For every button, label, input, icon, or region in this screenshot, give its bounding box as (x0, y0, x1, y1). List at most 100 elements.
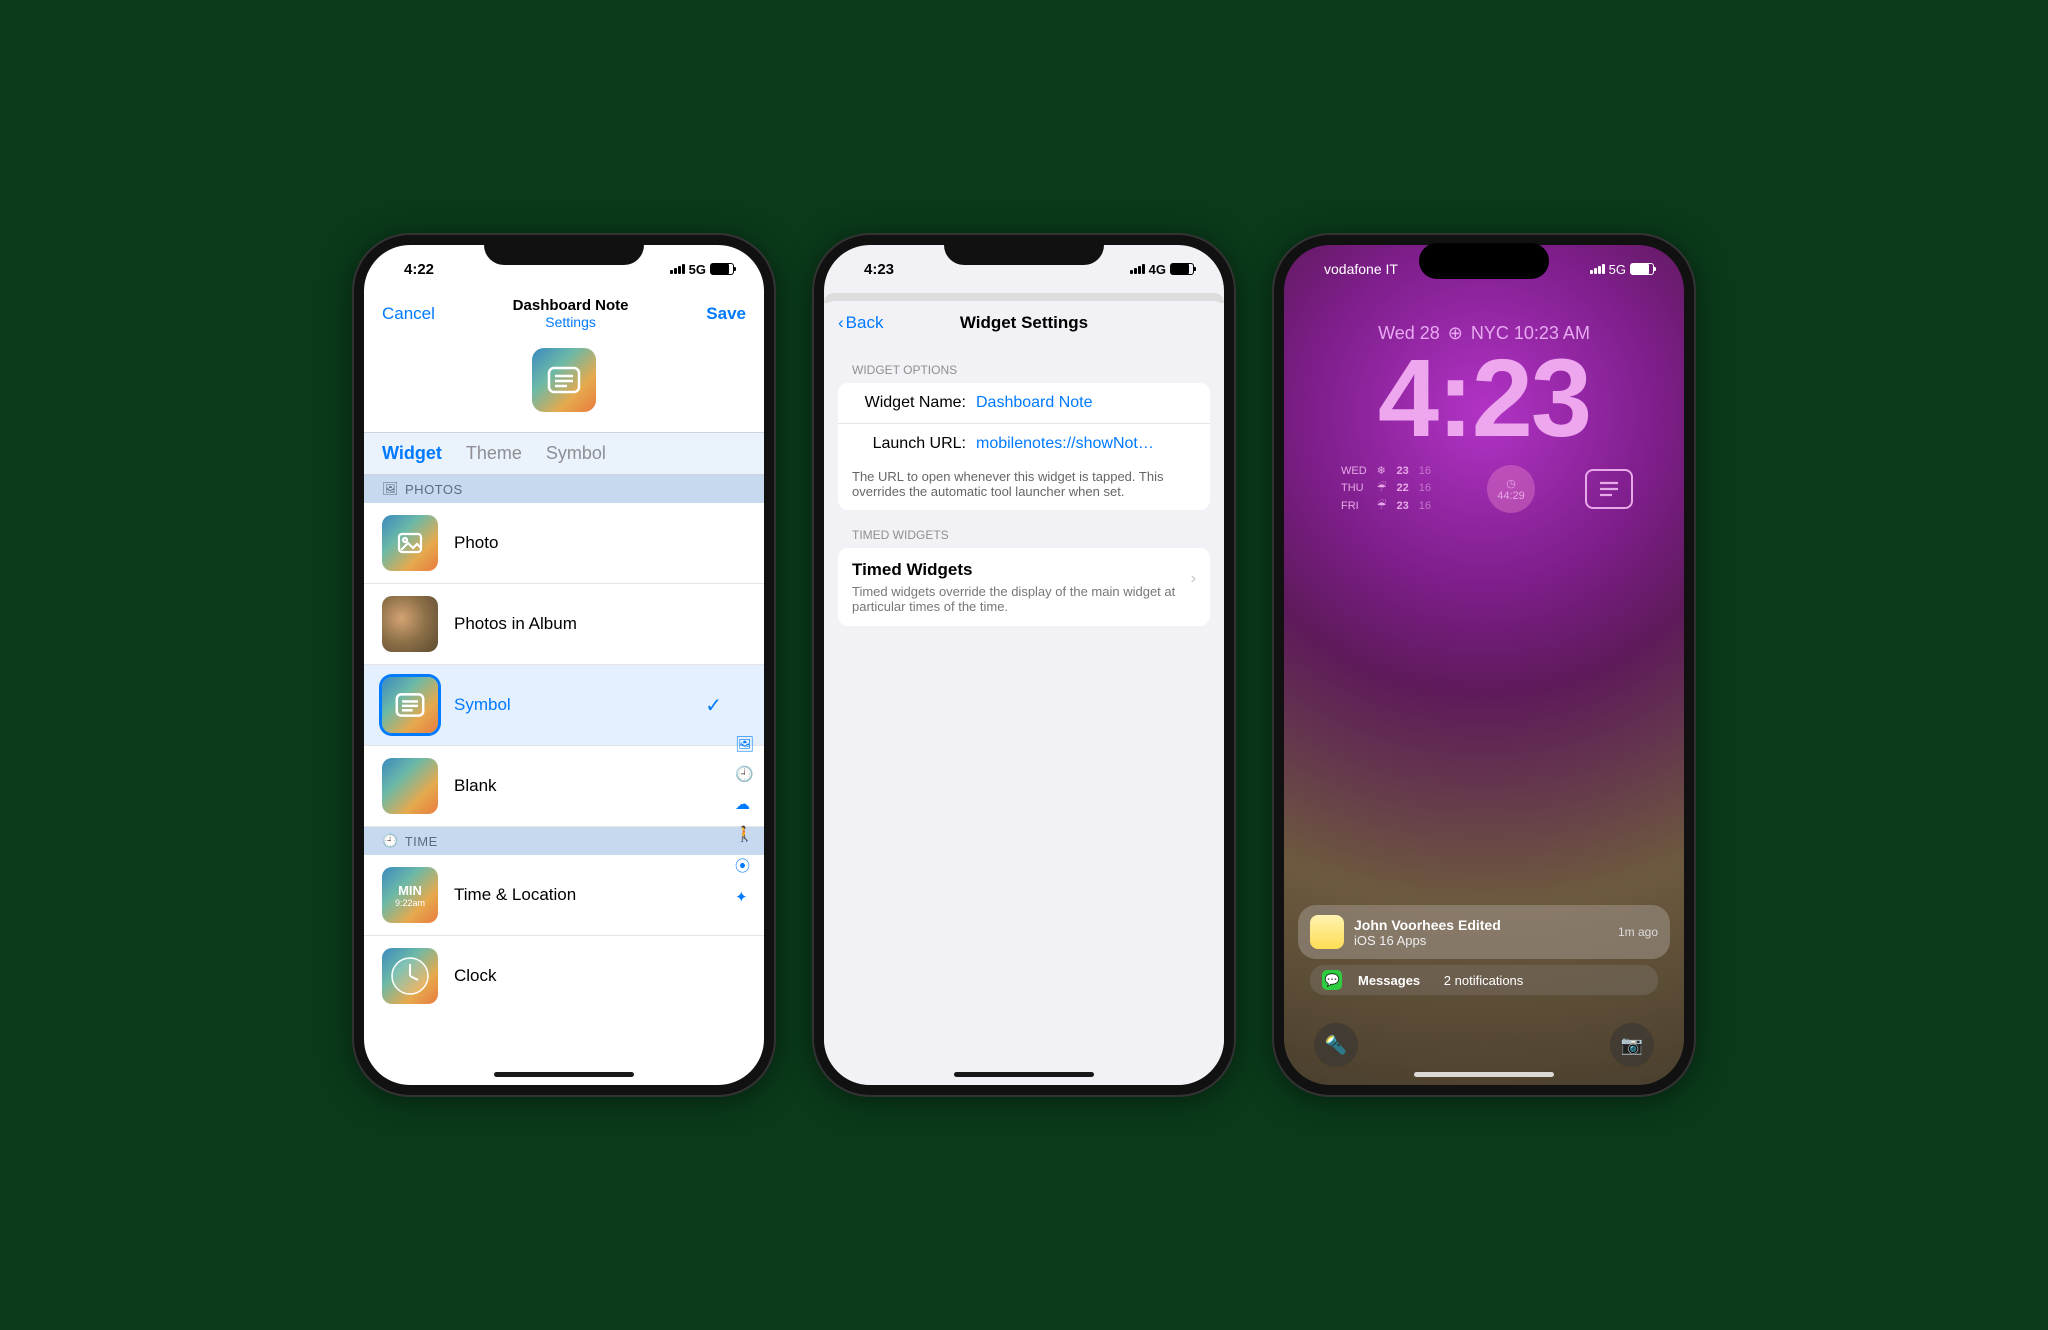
section-time: 🕘 TIME (364, 827, 764, 855)
field-label: Widget Name: (852, 394, 966, 412)
lock-dock-buttons: 🔦 📷 (1314, 1023, 1654, 1067)
row-desc: Timed widgets override the display of th… (852, 584, 1196, 614)
battery-icon (1170, 263, 1194, 275)
row-clock[interactable]: Clock (364, 936, 764, 1016)
photos-icon: 🖼 (382, 481, 399, 497)
network-label: 5G (689, 262, 706, 277)
phone-widget-editor: 4:22 5G Cancel Dashboard Note Settings S… (354, 235, 774, 1095)
notification-notes[interactable]: John Voorhees Edited iOS 16 Apps 1m ago (1298, 905, 1670, 959)
widget-options-card: Widget Name: Dashboard Note Launch URL: … (838, 383, 1210, 510)
field-value: mobilenotes://showNot… (976, 435, 1196, 453)
weather-widget[interactable]: WED❄︎2316 THU☔︎2216 FRI☔︎2316 (1335, 462, 1437, 516)
tab-widget[interactable]: Widget (382, 443, 442, 464)
notif-app-name: Messages (1358, 973, 1420, 988)
album-icon (382, 596, 438, 652)
notif-count: 2 notifications (1444, 973, 1524, 988)
tab-symbol[interactable]: Symbol (546, 443, 606, 464)
notif-time: 1m ago (1618, 925, 1658, 939)
flashlight-icon: 🔦 (1325, 1035, 1347, 1056)
symbol-icon (382, 677, 438, 733)
notch (484, 235, 644, 265)
camera-icon: 📷 (1621, 1035, 1643, 1056)
field-launch-url[interactable]: Launch URL: mobilenotes://showNot… The U… (838, 423, 1210, 510)
signal-icon (1590, 264, 1605, 274)
home-indicator[interactable] (494, 1072, 634, 1077)
status-time: 4:22 (404, 261, 434, 278)
network-label: 4G (1149, 262, 1166, 277)
icon-preview (364, 338, 764, 432)
clock-icon: 🕘 (382, 833, 399, 849)
field-value: Dashboard Note (976, 394, 1093, 412)
stopwatch-icon: ◷ (1506, 477, 1516, 490)
camera-button[interactable]: 📷 (1610, 1023, 1654, 1067)
signal-icon (1130, 264, 1145, 274)
battery-icon (710, 263, 734, 275)
row-label: Blank (454, 776, 497, 796)
row-symbol[interactable]: Symbol ✓ (364, 665, 764, 746)
lock-time: 4:23 (1284, 344, 1684, 454)
photo-icon (382, 515, 438, 571)
messages-app-icon: 💬 (1322, 970, 1342, 990)
segment-tabs: Widget Theme Symbol (364, 432, 764, 475)
notch (944, 235, 1104, 265)
nav-subtitle[interactable]: Settings (513, 314, 629, 330)
weather-row: FRI☔︎2316 (1337, 499, 1435, 514)
index-clock-icon[interactable]: 🕘 (735, 765, 754, 783)
row-time-location[interactable]: MIN 9:22am Time & Location (364, 855, 764, 936)
weather-row: THU☔︎2216 (1337, 481, 1435, 496)
row-blank[interactable]: Blank (364, 746, 764, 827)
weather-row: WED❄︎2316 (1337, 464, 1435, 479)
row-photos-album[interactable]: Photos in Album (364, 584, 764, 665)
notification-messages[interactable]: 💬 Messages 2 notifications (1310, 965, 1658, 995)
checkmark-icon: ✓ (705, 693, 722, 718)
sheet-nav: ‹ Back Widget Settings (824, 301, 1224, 345)
timed-widgets-card: › Timed Widgets Timed widgets override t… (838, 548, 1210, 626)
notification-stack: John Voorhees Edited iOS 16 Apps 1m ago … (1298, 905, 1670, 995)
phone-widget-settings: 4:23 4G ‹ Back Widget Settings WIDGET OP… (814, 235, 1234, 1095)
row-label: Symbol (454, 695, 511, 715)
field-widget-name[interactable]: Widget Name: Dashboard Note (838, 383, 1210, 423)
row-timed-widgets[interactable]: › Timed Widgets Timed widgets override t… (838, 548, 1210, 626)
row-label: Photo (454, 533, 498, 553)
widget-preview-tile (532, 348, 596, 412)
row-label: Clock (454, 966, 497, 986)
save-button[interactable]: Save (706, 304, 746, 324)
field-label: Launch URL: (852, 435, 966, 453)
flashlight-button[interactable]: 🔦 (1314, 1023, 1358, 1067)
carrier-label: vodafone IT (1324, 261, 1398, 277)
section-photos: 🖼 PHOTOS (364, 475, 764, 503)
group-widget-options: WIDGET OPTIONS (824, 345, 1224, 383)
notif-subtitle: iOS 16 Apps (1354, 933, 1608, 948)
chevron-right-icon: › (1191, 570, 1196, 588)
index-weather-icon[interactable]: ☁ (735, 795, 754, 813)
side-index[interactable]: 🖼 🕘 ☁ 🚶 ⦿ ✦ (735, 735, 754, 906)
signal-icon (670, 264, 685, 274)
phone-lock-screen: vodafone IT 5G Wed 28 ⊕ NYC 10:23 AM 4:2… (1274, 235, 1694, 1095)
home-indicator[interactable] (1414, 1072, 1554, 1077)
index-photos-icon[interactable]: 🖼 (735, 735, 754, 753)
network-label: 5G (1609, 262, 1626, 277)
row-photo[interactable]: Photo (364, 503, 764, 584)
tab-theme[interactable]: Theme (466, 443, 522, 464)
row-label: Time & Location (454, 885, 576, 905)
index-activity-icon[interactable]: 🚶 (735, 825, 754, 843)
field-caption: The URL to open whenever this widget is … (852, 463, 1196, 499)
lock-widgets: WED❄︎2316 THU☔︎2216 FRI☔︎2316 ◷ 44:29 (1284, 454, 1684, 524)
dynamic-island (1419, 243, 1549, 279)
timer-widget[interactable]: ◷ 44:29 (1487, 465, 1535, 513)
notif-title: John Voorhees Edited (1354, 917, 1608, 933)
nav-header: Cancel Dashboard Note Settings Save (364, 293, 764, 338)
sheet-title: Widget Settings (824, 313, 1224, 333)
nav-title: Dashboard Note (513, 297, 629, 314)
index-list-icon[interactable]: ⦿ (735, 855, 754, 876)
row-title: Timed Widgets (852, 560, 1196, 580)
home-indicator[interactable] (954, 1072, 1094, 1077)
clock-thumb-icon (382, 948, 438, 1004)
index-sparkle-icon[interactable]: ✦ (735, 888, 754, 906)
battery-icon (1630, 263, 1654, 275)
note-widget[interactable] (1585, 469, 1633, 509)
notes-app-icon (1310, 915, 1344, 949)
blank-icon (382, 758, 438, 814)
status-time: 4:23 (864, 261, 894, 278)
cancel-button[interactable]: Cancel (382, 304, 435, 324)
